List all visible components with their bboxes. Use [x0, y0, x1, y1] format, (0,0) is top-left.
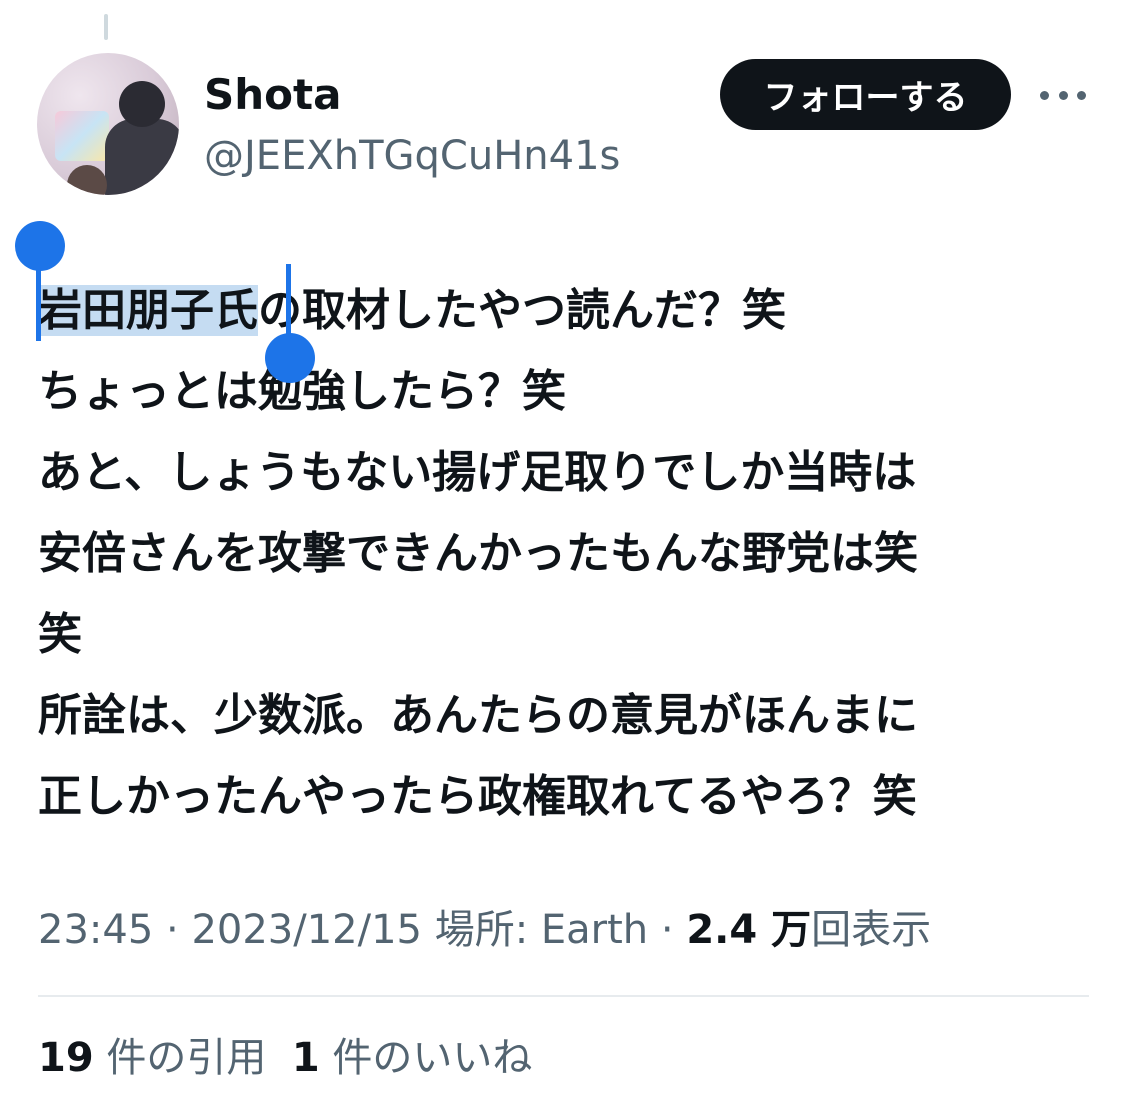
- avatar-poster-shape: [55, 111, 109, 161]
- views-count: 2.4 万: [686, 907, 812, 953]
- tweet-line: 所詮は、少数派。あんたらの意見がほんまに: [38, 690, 918, 741]
- tweet-text[interactable]: 岩田朋子氏の取材したやつ読んだ？笑 ちょっとは勉強したら？笑 あと、しょうもない…: [38, 270, 1078, 837]
- avatar-head-shape: [119, 81, 165, 127]
- quotes-count: 19: [38, 1035, 94, 1081]
- tweet-line: 岩田朋子氏の取材したやつ読んだ？笑: [38, 270, 1078, 351]
- meta-separator: ·: [153, 907, 192, 953]
- views-label: 回表示: [811, 907, 932, 953]
- follow-button[interactable]: フォローする: [720, 59, 1011, 130]
- more-dot: [1077, 90, 1086, 100]
- selected-text[interactable]: 岩田朋子氏: [38, 285, 258, 336]
- more-dot: [1058, 90, 1068, 100]
- selection-start-bar[interactable]: [36, 265, 41, 341]
- meta-separator: ·: [648, 907, 687, 953]
- tweet-line: ちょっとは勉強したら？笑: [38, 366, 566, 417]
- likes-stat[interactable]: 1 件のいいね: [292, 1035, 533, 1081]
- avatar-child-shape: [67, 165, 107, 195]
- selection-end-bar[interactable]: [286, 264, 291, 340]
- tweet-time[interactable]: 23:45: [38, 907, 153, 953]
- thread-connector-line: [104, 14, 108, 40]
- tweet-date[interactable]: 2023/12/15: [191, 907, 422, 953]
- author-display-name[interactable]: Shota: [204, 68, 341, 122]
- likes-label: 件のいいね: [332, 1035, 533, 1081]
- tweet-line: あと、しょうもない揚げ足取りでしか当時は: [38, 447, 917, 498]
- tweet-line: 正しかったんやったら政権取れてるやろ？笑: [38, 771, 917, 822]
- divider: [38, 995, 1089, 997]
- more-dot: [1040, 90, 1049, 100]
- more-horizontal-icon[interactable]: [1040, 80, 1086, 110]
- likes-count: 1: [291, 1035, 320, 1081]
- tweet-line: 笑: [38, 609, 82, 660]
- avatar-body-shape: [105, 119, 179, 195]
- selection-end-handle[interactable]: [265, 333, 315, 383]
- author-handle[interactable]: @JEEXhTGqCuHn41s: [204, 130, 620, 182]
- avatar[interactable]: [37, 53, 179, 195]
- tweet-stats: 19 件の引用 1 件のいいね: [38, 1030, 532, 1086]
- quotes-stat[interactable]: 19 件の引用: [38, 1035, 266, 1081]
- tweet-meta: 23:45 · 2023/12/15 場所: Earth · 2.4 万回表示: [38, 902, 931, 958]
- tweet-location: 場所: Earth: [434, 907, 649, 953]
- quotes-label: 件の引用: [106, 1035, 267, 1081]
- tweet-line-text: の取材したやつ読んだ？笑: [258, 285, 786, 336]
- selection-start-handle[interactable]: [15, 221, 65, 271]
- tweet-line: 安倍さんを攻撃できんかったもんな野党は笑: [38, 528, 918, 579]
